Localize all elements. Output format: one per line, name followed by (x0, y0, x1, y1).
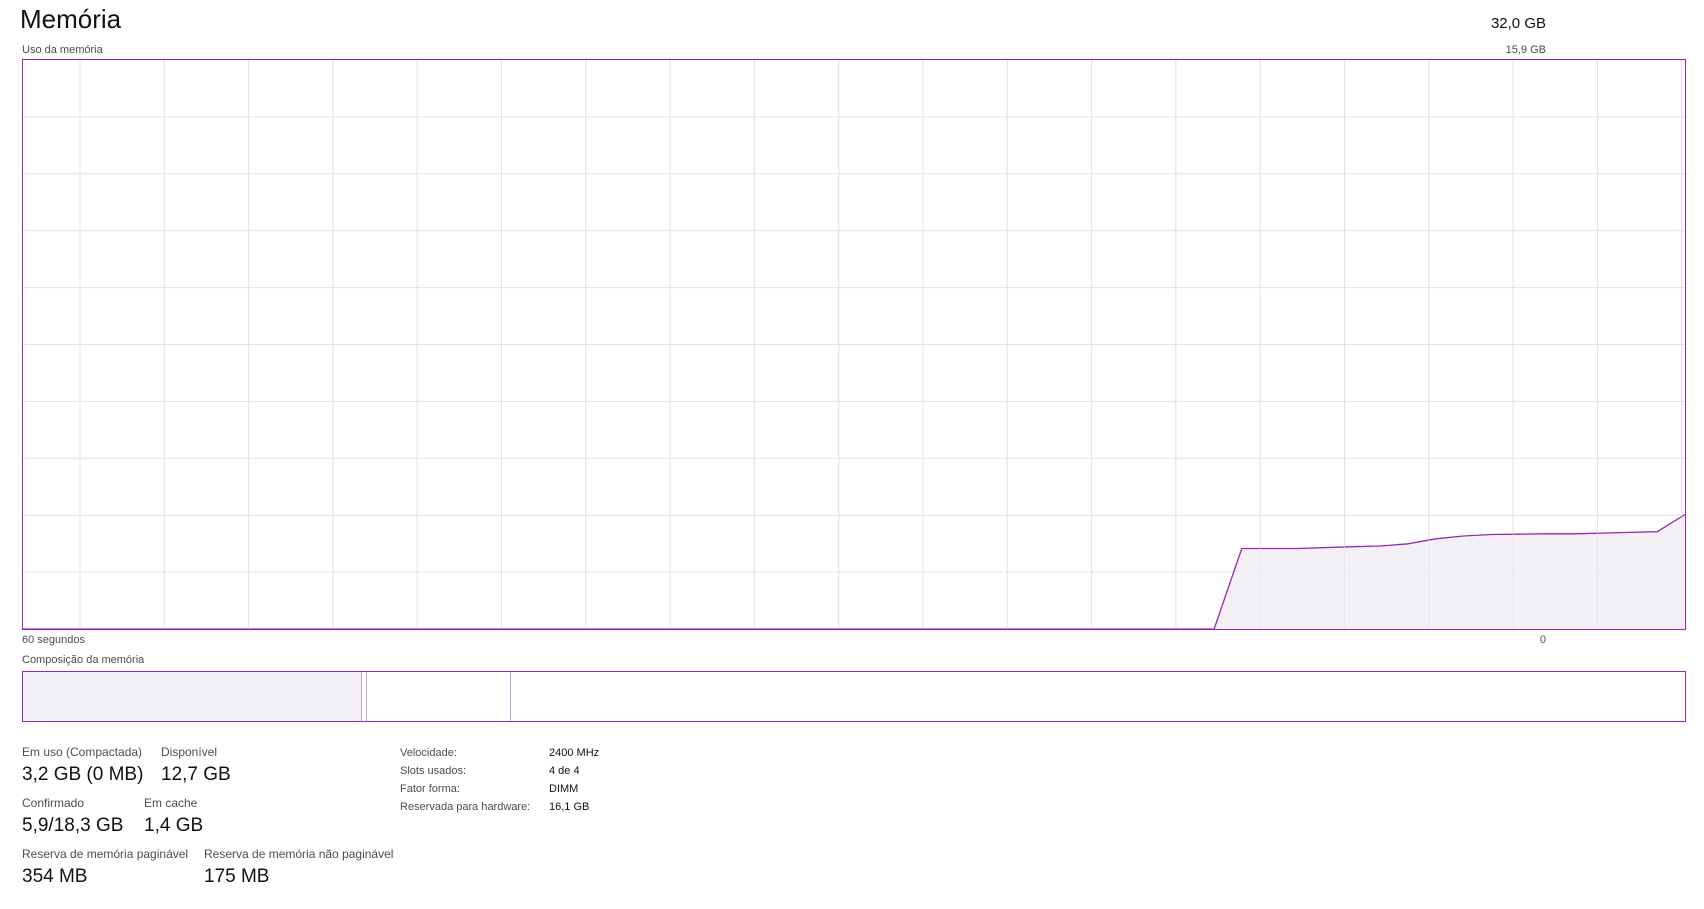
memory-usage-chart (22, 59, 1686, 630)
cached-label: Em cache (144, 796, 198, 810)
cached-value: 1,4 GB (144, 815, 204, 836)
time-axis-end: 0 (1539, 634, 1546, 646)
usage-chart-svg (23, 60, 1685, 629)
in-use-label: Em uso (Compactada) (22, 745, 143, 759)
composition-in-use-segment (23, 672, 362, 721)
composition-standby-segment (367, 672, 511, 721)
slots-label: Slots usados: (400, 765, 467, 777)
committed-label: Confirmado (22, 796, 85, 810)
page-title: Memória (20, 4, 122, 34)
available-label: Disponível (161, 745, 218, 759)
speed-label: Velocidade: (400, 747, 457, 759)
committed-value: 5,9/18,3 GB (22, 815, 124, 836)
nonpaged-pool-value: 175 MB (204, 866, 270, 887)
total-memory: 32,0 GB (1490, 15, 1546, 32)
slots-value: 4 de 4 (549, 765, 580, 777)
hardware-reserved-label: Reservada para hardware: (400, 801, 531, 813)
usage-chart-max: 15,9 GB (1505, 44, 1546, 56)
time-axis-start: 60 segundos (22, 634, 85, 646)
memory-composition-bar (22, 671, 1686, 722)
speed-value: 2400 MHz (549, 747, 600, 759)
paged-pool-value: 354 MB (22, 866, 88, 887)
in-use-value: 3,2 GB (0 MB) (22, 764, 144, 785)
usage-chart-label: Uso da memória (22, 44, 103, 56)
hardware-reserved-value: 16,1 GB (549, 801, 590, 813)
composition-label: Composição da memória (22, 654, 145, 666)
paged-pool-label: Reserva de memória paginável (22, 847, 189, 861)
available-value: 12,7 GB (161, 764, 231, 785)
nonpaged-pool-label: Reserva de memória não paginável (204, 847, 394, 861)
form-factor-label: Fator forma: (400, 783, 460, 795)
form-factor-value: DIMM (549, 783, 579, 795)
